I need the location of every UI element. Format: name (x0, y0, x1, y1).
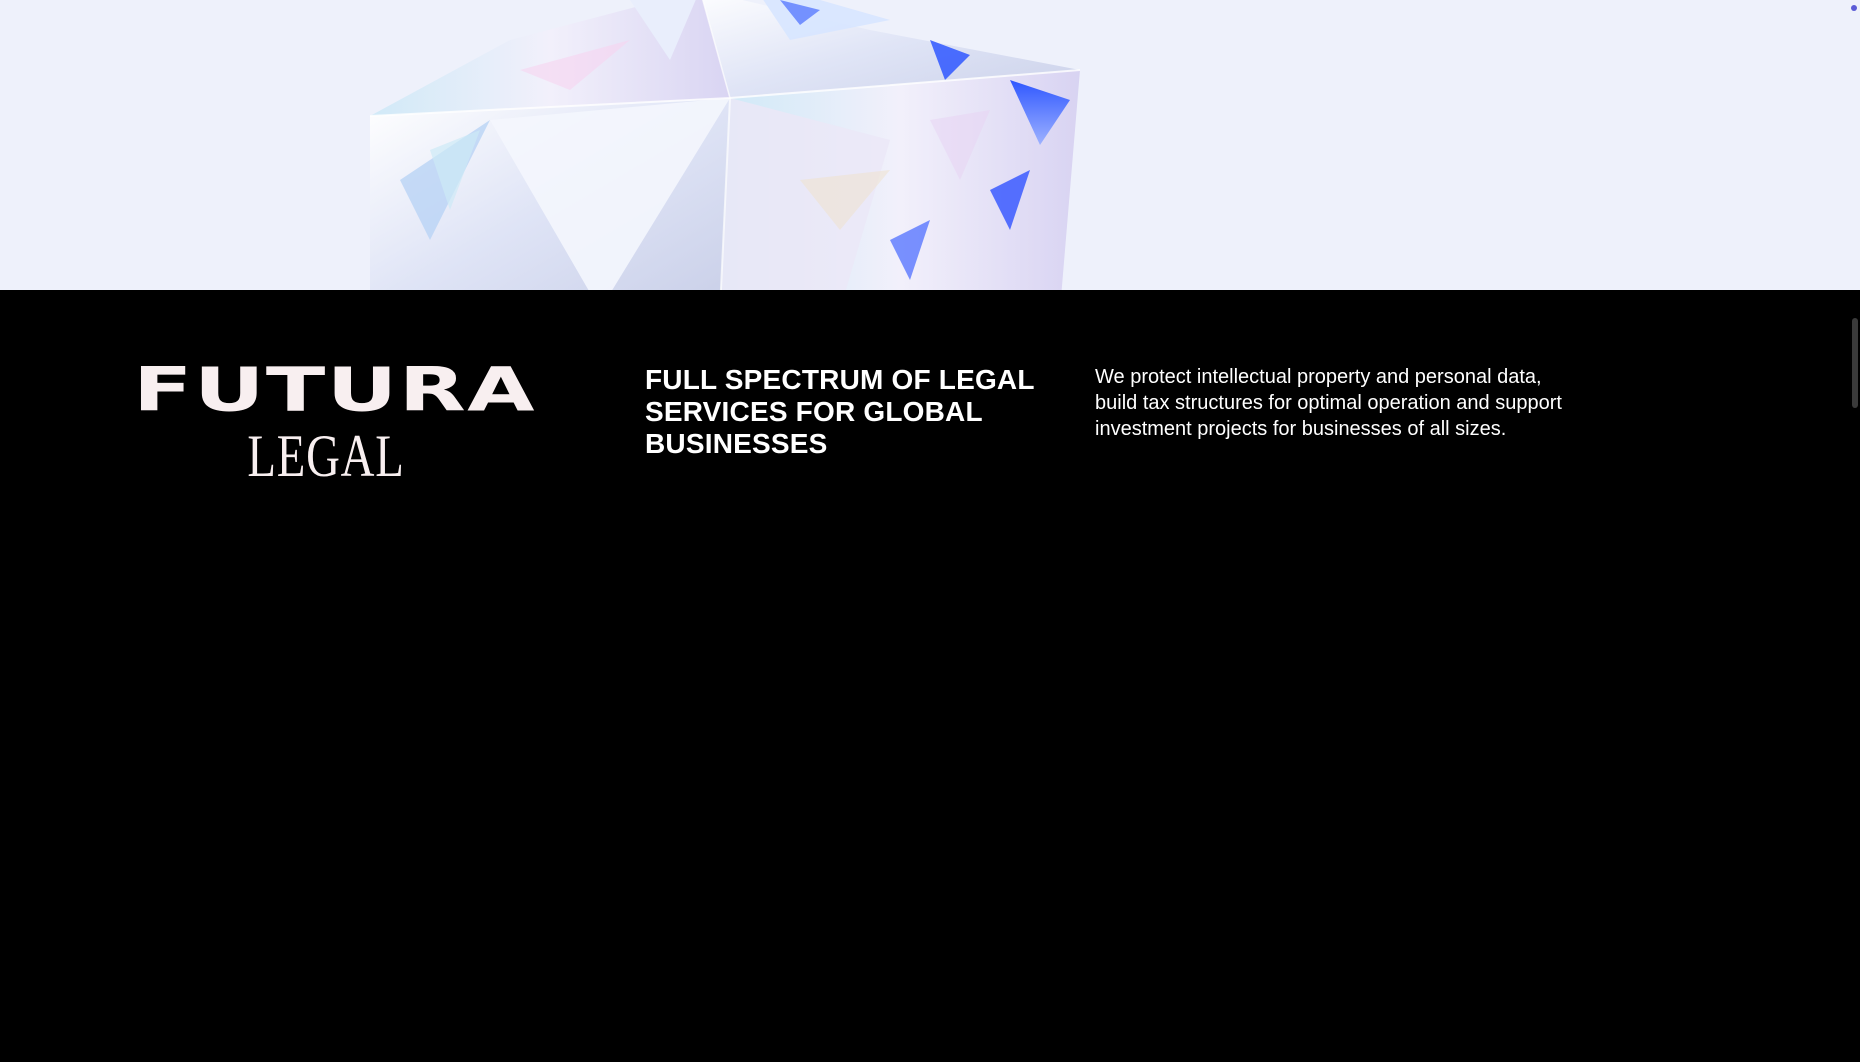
scrollbar-thumb[interactable] (1852, 318, 1858, 408)
page: FUTURA LEGAL FULL SPECTRUM OF LEGAL SERV… (0, 0, 1860, 1062)
futura-legal-logo[interactable]: FUTURA LEGAL (133, 360, 535, 486)
section-headline: FULL SPECTRUM OF LEGAL SERVICES FOR GLOB… (645, 364, 1035, 459)
indicator-dot (1851, 5, 1857, 11)
logo-wordmark-futura: FUTURA (133, 354, 536, 426)
crystal-illustration (370, 0, 1081, 290)
section-description: We protect intellectual property and per… (1095, 366, 1562, 440)
logo-wordmark-legal: LEGAL (247, 423, 405, 489)
about-section: FUTURA LEGAL FULL SPECTRUM OF LEGAL SERV… (0, 290, 1860, 1062)
hero-section (0, 0, 1860, 290)
